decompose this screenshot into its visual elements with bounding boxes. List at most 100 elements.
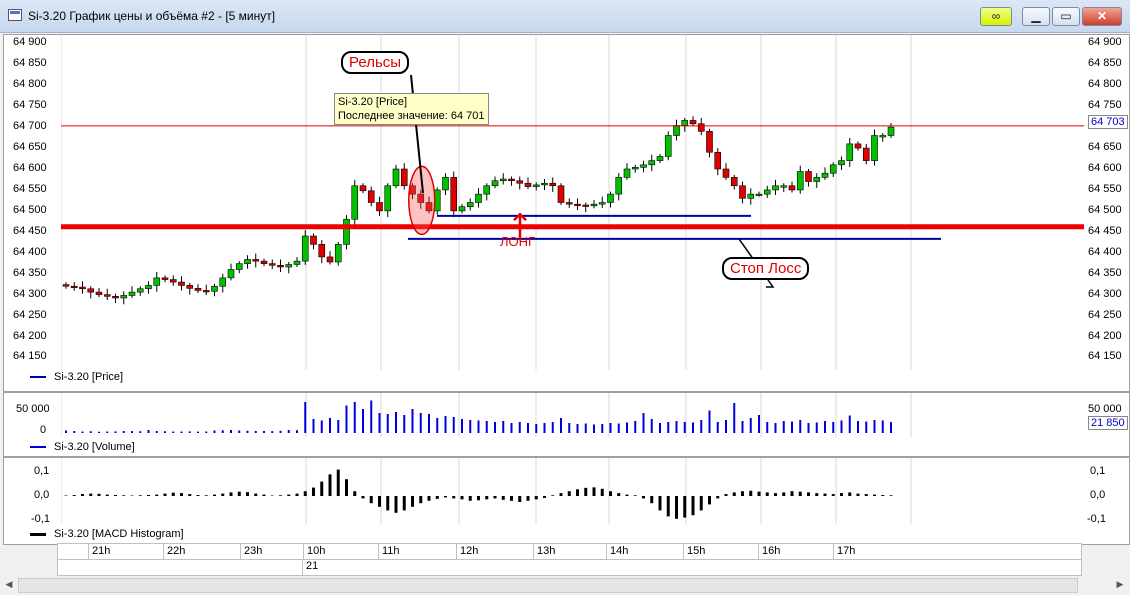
price-tick-left: 64 450 [13,224,47,237]
macd-chart[interactable] [61,458,1084,524]
scroll-right-arrow-icon[interactable]: ▶ [1112,577,1128,592]
price-tick-left: 64 350 [13,266,47,279]
close-button[interactable]: ✕ [1082,7,1122,26]
volume-bar [865,421,868,433]
tooltip-value: Последнее значение: 64 701 [338,110,485,122]
volume-tick-50000-right: 50 000 [1088,403,1122,415]
volume-bar [155,431,158,433]
volume-tick-50000-left: 50 000 [16,403,50,415]
candle [763,189,771,195]
price-tick-right: 64 850 [1088,57,1122,70]
hour-tick [163,544,164,559]
volume-panel[interactable]: 50 000 0 50 000 21 850 Si-3.20 [Volume] [3,392,1130,457]
candle [128,291,136,296]
hour-tick [533,544,534,559]
candle [70,285,78,289]
volume-bar [469,420,472,433]
candle [384,185,392,212]
hour-tick-label: 15h [687,545,706,557]
candle [788,185,796,191]
long-label: ЛОНГ [500,234,536,249]
volume-bar [617,423,620,433]
macd-panel[interactable]: 0,1 0,0 -0,1 0,1 0,0 -0,1 Si-3.20 [MACD … [3,457,1130,545]
date-label: 21 [306,560,319,572]
macd-tick-mid-right: 0,0 [1090,489,1106,501]
volume-bar [799,420,802,433]
candle [351,185,359,220]
volume-bar [362,409,364,433]
horizontal-scrollbar[interactable]: ◀ ▶ [0,576,1130,593]
volume-chart[interactable] [61,393,1084,437]
volume-bar [81,431,84,433]
candle [508,178,515,182]
candle [491,180,499,187]
candle [153,277,161,286]
volume-tick-0-left: 0 [40,424,47,436]
candle [631,167,639,170]
volume-bar [510,423,513,433]
volume-bar [329,418,331,433]
hour-tick [303,544,304,559]
candle [565,202,573,205]
volume-bar [205,431,208,433]
hour-tick [88,544,89,559]
price-tick-left: 64 600 [13,162,47,174]
volume-bar [667,422,670,433]
price-tick-left: 64 250 [13,308,47,321]
scroll-left-arrow-icon[interactable]: ◀ [1,577,17,592]
hour-tick-label: 10h [307,545,326,557]
candle [879,135,887,138]
price-chart[interactable] [61,35,1084,370]
candle [483,185,491,195]
volume-bar [485,421,488,433]
volume-bar [320,420,323,433]
volume-legend: Si-3.20 [Volume] [30,441,135,453]
macd-legend: Si-3.20 [MACD Histogram] [30,528,184,540]
volume-bar [461,419,463,433]
minimize-button[interactable]: ▁ [1022,7,1050,26]
candle [623,168,631,178]
candle [87,288,95,293]
close-icon: ✕ [1096,9,1108,23]
candle [62,284,70,287]
hour-tick-label: 14h [610,545,629,557]
price-tick-right: 64 500 [1088,203,1122,216]
title-bar[interactable]: Si-3.20 График цены и объёма #2 - [5 мин… [0,0,1130,33]
candle [120,295,128,299]
volume-bar [593,424,595,433]
volume-bar [378,413,381,433]
volume-bar [502,421,505,433]
candle [400,168,408,187]
maximize-icon: ▭ [1060,9,1072,23]
scrollbar-thumb[interactable] [18,578,1078,593]
candle [169,279,177,283]
volume-bar [518,422,521,433]
hour-tick-label: 21h [92,545,111,557]
volume-bar [535,424,538,433]
candle [442,177,449,191]
candle [706,131,713,153]
candle [821,172,829,178]
time-axis[interactable]: 21h 22h 23h 10h 11h 12h 13h 14h 15h 16h 17h 21 [57,543,1082,576]
volume-bar [782,421,785,433]
hour-tick [683,544,684,559]
hour-tick-label: 11h [382,545,400,557]
volume-bar [881,420,884,433]
volume-bar [213,430,216,433]
candle [862,147,870,161]
price-legend-line-icon [30,376,46,379]
candle [194,288,202,291]
price-panel[interactable]: 64 900 64 850 64 800 64 750 64 700 64 650 64 6… [3,34,1130,392]
volume-bar [98,431,100,433]
volume-bar [395,412,397,433]
candle [813,177,821,182]
volume-bar [890,422,892,433]
volume-bar [296,430,298,433]
maximize-button[interactable]: ▭ [1052,7,1080,26]
volume-bar [749,418,752,433]
link-button[interactable]: ∞ [980,7,1012,26]
candle [697,123,705,132]
volume-bar [683,422,686,433]
volume-legend-line-icon [30,446,46,449]
volume-bar [741,421,744,433]
